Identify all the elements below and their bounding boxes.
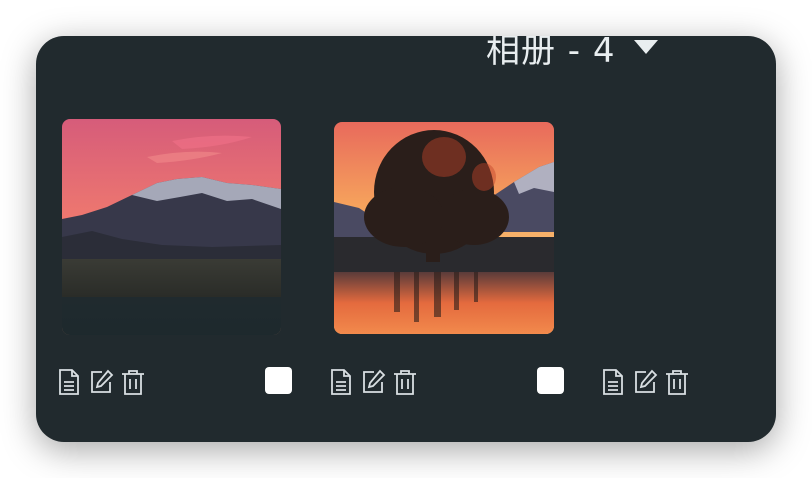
document-icon[interactable]: [597, 367, 628, 397]
album-header[interactable]: 相册 - 4: [486, 36, 658, 72]
photo-thumbnail-2[interactable]: [334, 122, 554, 334]
photo-2-actions: [325, 367, 420, 397]
album-card: 相册 - 4: [36, 36, 776, 442]
photo-1-checkbox[interactable]: [265, 367, 292, 394]
photo-1-actions: [53, 367, 148, 397]
mountain-sunset-image: [62, 119, 281, 335]
photo-2-checkbox[interactable]: [537, 367, 564, 394]
trash-icon[interactable]: [117, 367, 148, 397]
caret-down-icon[interactable]: [633, 40, 658, 54]
edit-icon[interactable]: [629, 367, 660, 397]
edit-icon[interactable]: [85, 367, 116, 397]
trash-icon[interactable]: [661, 367, 692, 397]
photo-3-actions: [597, 367, 692, 397]
trash-icon[interactable]: [389, 367, 420, 397]
album-title[interactable]: 相册 - 4: [486, 36, 616, 72]
document-icon[interactable]: [325, 367, 356, 397]
photo-thumbnail-1[interactable]: [62, 119, 281, 335]
tree-lake-sunset-image: [334, 122, 554, 334]
edit-icon[interactable]: [357, 367, 388, 397]
document-icon[interactable]: [53, 367, 84, 397]
